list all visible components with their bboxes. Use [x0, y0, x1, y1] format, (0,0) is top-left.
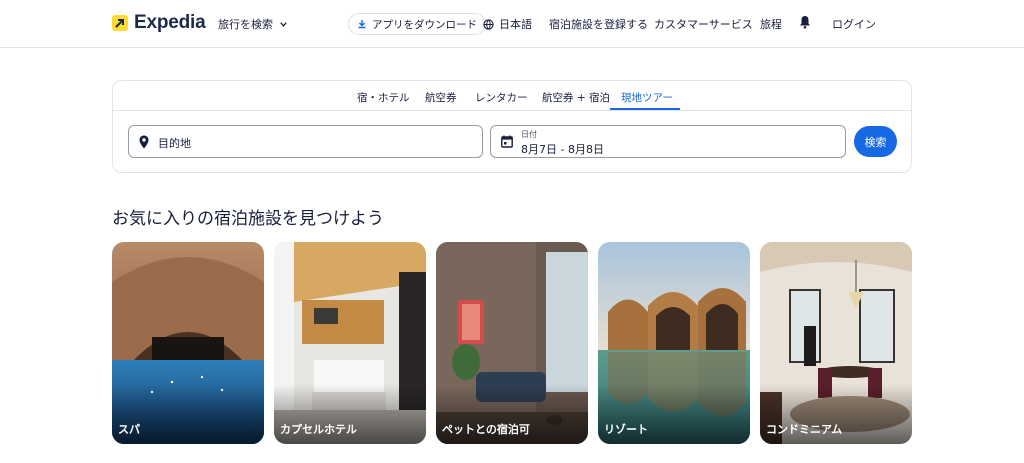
date-field-label: 日付 — [521, 130, 537, 139]
tab-flights[interactable]: 航空券 — [425, 90, 457, 105]
calendar-icon — [501, 135, 513, 148]
list-property-link[interactable]: 宿泊施設を登録する — [549, 16, 648, 32]
globe-icon — [483, 18, 494, 30]
section-title: お気に入りの宿泊施設を見つけよう — [112, 209, 384, 229]
date-input[interactable]: 日付 8月7日 - 8月8日 — [490, 125, 846, 158]
expedia-logo-icon — [112, 15, 128, 31]
notifications-button[interactable] — [799, 15, 811, 29]
tab-stays[interactable]: 宿・ホテル — [357, 90, 410, 105]
tile-pet-friendly[interactable]: ペットとの宿泊可 — [436, 242, 588, 444]
bell-icon — [800, 16, 810, 29]
map-pin-icon — [139, 135, 149, 149]
app-download-button[interactable]: アプリをダウンロード — [348, 13, 486, 35]
date-field-value: 8月7日 - 8月8日 — [521, 143, 604, 156]
destination-placeholder: 目的地 — [158, 137, 191, 150]
brand-name: Expedia — [134, 12, 206, 33]
trips-link[interactable]: 旅程 — [760, 16, 782, 32]
tab-cars[interactable]: レンタカー — [475, 90, 528, 105]
expedia-logo[interactable]: Expedia — [112, 12, 206, 34]
tile-label-spa: スパ — [118, 423, 140, 436]
tile-spa[interactable]: スパ — [112, 242, 264, 444]
active-tab-indicator — [610, 108, 680, 110]
search-button[interactable]: 検索 — [854, 126, 897, 157]
customer-service-link[interactable]: カスタマーサービス — [654, 16, 753, 32]
login-button[interactable]: ログイン — [832, 16, 876, 32]
app-download-label: アプリをダウンロード — [372, 18, 477, 31]
tile-capsule-hotel[interactable]: カプセルホテル — [274, 242, 426, 444]
list-property-label: 宿泊施設を登録する — [549, 18, 648, 31]
chevron-down-icon — [280, 21, 287, 27]
destination-input[interactable]: 目的地 — [128, 125, 483, 158]
search-card: 宿・ホテル 航空券 レンタカー 航空券 + 宿泊 現地ツアー 目的地 日付 8月… — [112, 80, 912, 173]
tile-label-resort: リゾート — [604, 423, 648, 436]
login-label: ログイン — [832, 18, 876, 31]
customer-service-label: カスタマーサービス — [654, 18, 753, 31]
tab-activities[interactable]: 現地ツアー — [621, 90, 673, 105]
language-selector[interactable]: 日本語 — [483, 16, 532, 32]
tile-label-pet-friendly: ペットとの宿泊可 — [442, 423, 530, 436]
tile-label-capsule-hotel: カプセルホテル — [280, 423, 357, 436]
tile-label-condominium: コンドミニアム — [766, 423, 843, 436]
download-icon — [358, 20, 366, 29]
language-label: 日本語 — [499, 18, 532, 31]
tile-condominium[interactable]: コンドミニアム — [760, 242, 912, 444]
tab-packages[interactable]: 航空券 + 宿泊 — [542, 90, 610, 105]
trip-search-menu[interactable]: 旅行を検索 — [218, 16, 288, 32]
search-tabs: 宿・ホテル 航空券 レンタカー 航空券 + 宿泊 現地ツアー — [113, 81, 911, 111]
tile-resort[interactable]: リゾート — [598, 242, 750, 444]
top-header: Expedia 旅行を検索 アプリをダウンロード 日本語 宿泊施設を登録する カ… — [0, 0, 1024, 48]
trips-label: 旅程 — [760, 18, 782, 31]
trip-search-label: 旅行を検索 — [218, 18, 273, 31]
